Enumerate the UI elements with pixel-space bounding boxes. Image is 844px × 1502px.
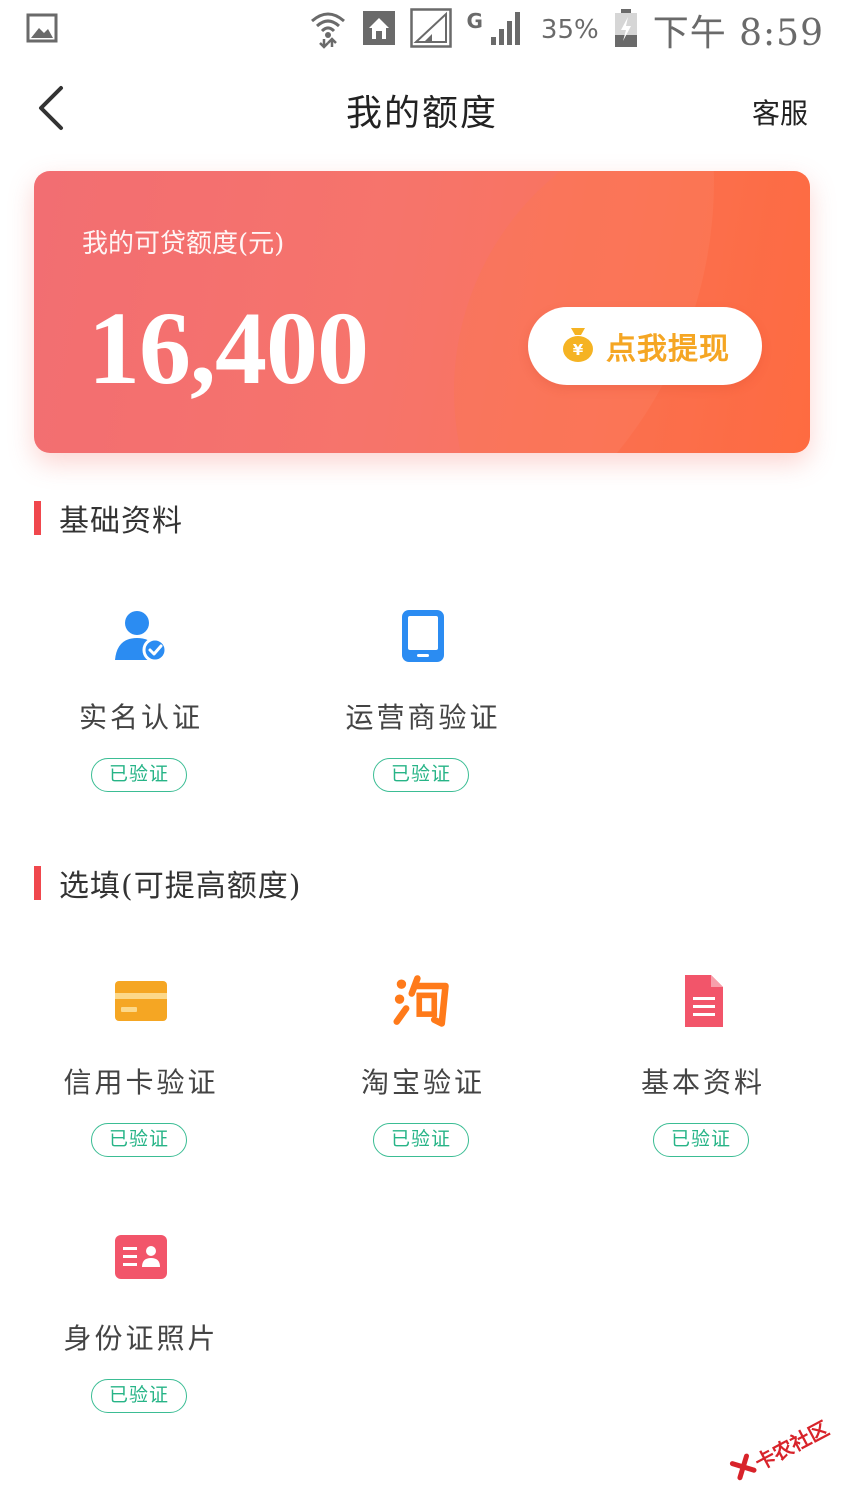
verified-badge: 已验证 [653, 1123, 749, 1157]
watermark-text: 卡农社区 [750, 1415, 833, 1475]
id-card-icon [111, 1227, 171, 1287]
battery-percent: 35% [540, 15, 599, 45]
carrier-verification-item[interactable]: 运营商验证 已验证 [282, 596, 564, 836]
basic-section-header: 基础资料 [34, 498, 183, 539]
customer-service-link[interactable]: 客服 [752, 92, 808, 132]
item-label: 基本资料 [640, 1066, 765, 1099]
signal-icon [410, 8, 453, 52]
verified-badge: 已验证 [373, 758, 469, 792]
credit-card-icon [111, 971, 171, 1031]
wifi-icon [308, 7, 348, 53]
header: 我的额度 客服 [0, 62, 844, 158]
status-bar: G 35% 下午 8:59 [0, 0, 844, 60]
network-type: G [466, 9, 483, 33]
section-title: 选填(可提高额度) [59, 869, 302, 904]
status-time: 下午 8:59 [652, 13, 824, 54]
credit-limit-amount: 16,400 [88, 291, 369, 406]
signal-icon [489, 9, 527, 51]
status-right: G 35% 下午 8:59 [308, 4, 824, 56]
page-title: 我的额度 [345, 93, 498, 134]
credit-limit-label: 我的可贷额度(元) [82, 229, 285, 259]
section-accent-bar [34, 866, 41, 900]
phone-icon [393, 606, 453, 666]
item-label: 信用卡验证 [63, 1066, 219, 1099]
real-name-verification-item[interactable]: 实名认证 已验证 [0, 596, 282, 836]
battery-icon [613, 8, 639, 52]
section-accent-bar [34, 501, 41, 535]
verified-badge: 已验证 [373, 1123, 469, 1157]
withdraw-button[interactable]: ¥ 点我提现 [528, 307, 762, 385]
verified-badge: 已验证 [91, 758, 187, 792]
image-icon [26, 12, 58, 48]
status-left [26, 12, 58, 48]
credit-card-verification-item[interactable]: 信用卡验证 已验证 [0, 961, 282, 1201]
taobao-verification-item[interactable]: 淘宝验证 已验证 [282, 961, 564, 1201]
taobao-icon [393, 971, 453, 1031]
watermark: 卡农社区 [719, 1394, 844, 1502]
item-label: 身份证照片 [63, 1322, 219, 1355]
money-bag-icon: ¥ [560, 325, 596, 367]
verified-badge: 已验证 [91, 1379, 187, 1413]
credit-limit-card: 我的可贷额度(元) 16,400 ¥ 点我提现 [34, 171, 810, 453]
withdraw-label: 点我提现 [606, 332, 730, 367]
verified-badge: 已验证 [91, 1123, 187, 1157]
home-icon [362, 10, 396, 50]
svg-text:¥: ¥ [573, 341, 584, 359]
optional-section-header: 选填(可提高额度) [34, 863, 302, 904]
item-label: 淘宝验证 [360, 1066, 485, 1099]
basic-info-item[interactable]: 基本资料 已验证 [562, 961, 844, 1201]
item-label: 实名认证 [78, 701, 203, 734]
document-icon [673, 971, 733, 1031]
id-photo-item[interactable]: 身份证照片 已验证 [0, 1217, 282, 1457]
item-label: 运营商验证 [345, 701, 501, 734]
section-title: 基础资料 [59, 504, 183, 539]
user-verified-icon [111, 606, 171, 666]
